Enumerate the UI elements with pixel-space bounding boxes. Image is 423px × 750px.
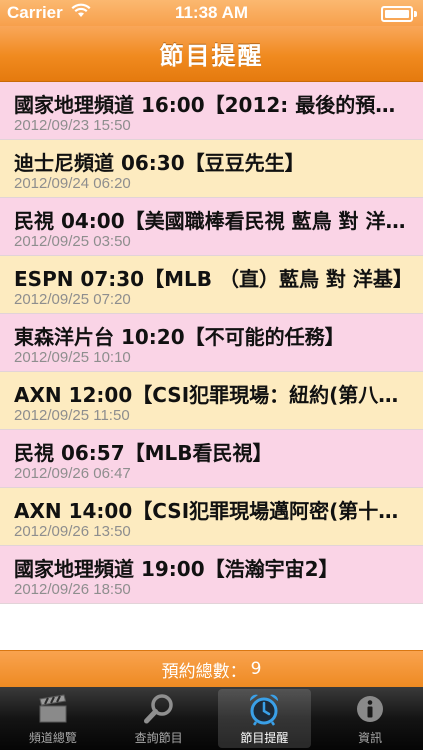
reminder-row[interactable]: 迪士尼頻道 06:30【豆豆先生】 2012/09/24 06:20: [0, 140, 423, 198]
reminder-row[interactable]: 東森洋片台 10:20【不可能的任務】 2012/09/25 10:10: [0, 314, 423, 372]
reminder-datetime: 2012/09/25 11:50: [14, 407, 130, 424]
tab-label: 頻道總覽: [28, 731, 77, 745]
reminder-datetime: 2012/09/24 06:20: [14, 175, 131, 192]
reminder-datetime: 2012/09/26 06:47: [14, 465, 131, 482]
clapperboard-icon: [35, 692, 71, 726]
reminder-program: 民視 06:57【MLB看民視】: [14, 441, 273, 465]
battery-icon: [381, 6, 417, 22]
reminder-program: 國家地理頻道 16:00【2012: 最後的預言】: [14, 93, 414, 117]
reminder-datetime: 2012/09/26 13:50: [14, 523, 131, 540]
reminder-program: 國家地理頻道 19:00【浩瀚宇宙2】: [14, 557, 339, 581]
reminder-program: 東森洋片台 10:20【不可能的任務】: [14, 325, 345, 349]
reminder-program: AXN 14:00【CSI犯罪現場邁阿密(第十季)】: [14, 499, 414, 523]
tab-channel-overview[interactable]: 頻道總覽: [0, 687, 106, 750]
reservation-count-value: 9: [250, 659, 262, 679]
reminder-row[interactable]: 民視 04:00【美國職棒看民視 藍鳥 對 洋基】 2012/09/25 03:…: [0, 198, 423, 256]
tab-label: 查詢節目: [134, 731, 183, 745]
reminder-row[interactable]: 民視 06:57【MLB看民視】 2012/09/26 06:47: [0, 430, 423, 488]
reminder-row[interactable]: AXN 12:00【CSI犯罪現場：紐約(第八季)】 2012/09/25 11…: [0, 372, 423, 430]
tab-info[interactable]: 資訊: [317, 687, 423, 750]
magnifier-icon: [141, 692, 177, 726]
reminder-program: 民視 04:00【美國職棒看民視 藍鳥 對 洋基】: [14, 209, 414, 233]
reminder-row[interactable]: 國家地理頻道 19:00【浩瀚宇宙2】 2012/09/26 18:50: [0, 546, 423, 604]
tab-label: 節目提醒: [240, 731, 289, 745]
reminder-datetime: 2012/09/25 07:20: [14, 291, 131, 308]
reminder-program: AXN 12:00【CSI犯罪現場：紐約(第八季)】: [14, 383, 414, 407]
reservation-count-label: 預約總數：: [161, 661, 247, 682]
tab-bar: 頻道總覽 查詢節目 節目提醒 資訊: [0, 687, 423, 750]
reminder-datetime: 2012/09/26 18:50: [14, 581, 131, 598]
reminder-datetime: 2012/09/23 15:50: [14, 117, 131, 134]
reminder-datetime: 2012/09/25 10:10: [14, 349, 131, 366]
reservation-count-bar: 預約總數： 9: [0, 650, 423, 687]
reminder-program: 迪士尼頻道 06:30【豆豆先生】: [14, 151, 305, 175]
reminder-datetime: 2012/09/25 03:50: [14, 233, 131, 250]
reminder-program: ESPN 07:30【MLB （直）藍鳥 對 洋基】: [14, 267, 413, 291]
alarm-clock-icon: [246, 692, 282, 726]
tab-program-reminders[interactable]: 節目提醒: [212, 687, 318, 750]
tab-search-programs[interactable]: 查詢節目: [106, 687, 212, 750]
clock: 11:38 AM: [174, 3, 249, 22]
reminder-row[interactable]: ESPN 07:30【MLB （直）藍鳥 對 洋基】 2012/09/25 07…: [0, 256, 423, 314]
info-icon: [352, 692, 388, 726]
page-title: 節目提醒: [159, 42, 264, 70]
reminder-row[interactable]: AXN 14:00【CSI犯罪現場邁阿密(第十季)】 2012/09/26 13…: [0, 488, 423, 546]
reminder-list[interactable]: 國家地理頻道 16:00【2012: 最後的預言】 2012/09/23 15:…: [0, 82, 423, 607]
reminder-row[interactable]: 國家地理頻道 16:00【2012: 最後的預言】 2012/09/23 15:…: [0, 82, 423, 140]
navigation-bar: 節目提醒: [0, 26, 423, 82]
status-bar: Carrier 11:38 AM: [0, 0, 423, 26]
tab-label: 資訊: [358, 731, 383, 745]
